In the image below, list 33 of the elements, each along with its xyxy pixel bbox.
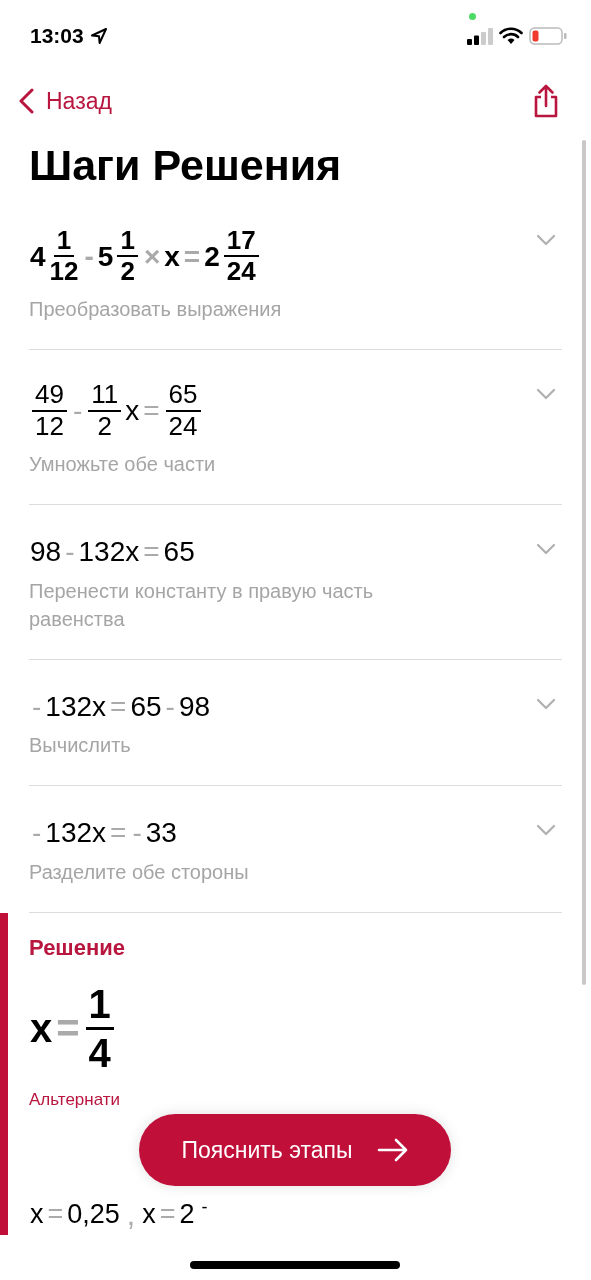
- chevron-left-icon: [18, 88, 34, 114]
- step-description: Вычислить: [29, 733, 132, 759]
- back-button[interactable]: Назад: [18, 87, 112, 115]
- scrollbar[interactable]: [582, 140, 586, 985]
- battery-icon: [529, 27, 567, 45]
- chevron-down-icon: [536, 824, 556, 837]
- math-expression: -132x=65-98: [31, 689, 212, 724]
- step-description: Разделите обе стороны: [29, 859, 250, 885]
- step-item[interactable]: -132x= -33 Разделите обе стороны: [29, 786, 562, 913]
- math-expression: -132x= -33: [31, 816, 178, 850]
- signal-icon: [467, 27, 493, 45]
- status-time: 13:03: [30, 24, 84, 48]
- privacy-dot-icon: [469, 13, 476, 20]
- chevron-down-icon: [536, 233, 556, 246]
- step-item[interactable]: -132x=65-98 Вычислить: [29, 659, 562, 787]
- math-expression: 98-132x=65: [29, 535, 196, 569]
- chevron-down-icon: [536, 543, 556, 556]
- explain-steps-button[interactable]: Пояснить этапы: [139, 1114, 451, 1186]
- alternative-label: Альтернати: [29, 1089, 122, 1110]
- share-button[interactable]: [533, 84, 559, 118]
- share-icon: [533, 84, 559, 118]
- chevron-down-icon: [536, 697, 556, 710]
- arrow-right-icon: [376, 1138, 409, 1162]
- step-description: Преобразовать выражения: [29, 297, 283, 323]
- step-item[interactable]: 98-132x=65 Перенести константу в правую часть равенства: [29, 505, 562, 660]
- math-expression: x=0,25 , x=2 -: [29, 1199, 209, 1230]
- page-title: Шаги Решения: [29, 140, 343, 191]
- step-description: Перенести константу в правую часть равенства: [29, 578, 375, 632]
- location-arrow-icon: [89, 27, 108, 45]
- solution-heading: Решение: [29, 934, 126, 961]
- wifi-icon: [499, 27, 523, 45]
- chevron-down-icon: [536, 388, 556, 401]
- step-description: Умножьте обе части: [29, 452, 217, 478]
